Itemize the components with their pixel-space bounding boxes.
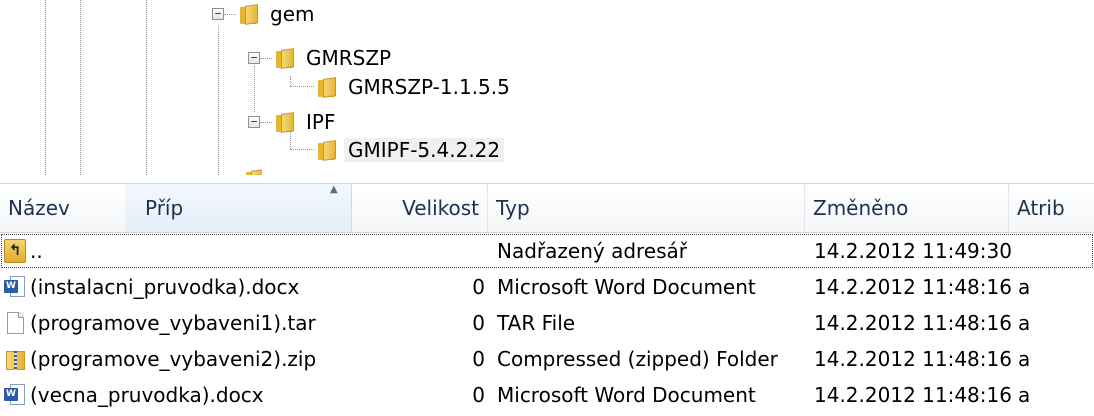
column-header-attributes[interactable]: Atrib [1009,184,1094,232]
tree-node-ipf[interactable]: IPF [274,108,339,136]
file-attributes: a [1018,347,1031,371]
sort-ascending-icon: ▲ [330,184,338,195]
folder-icon [244,168,262,175]
file-type: Microsoft Word Document [497,383,756,407]
tree-guide-line [260,122,272,123]
collapse-toggle-gmrszp[interactable]: − [248,52,260,64]
file-attributes: a [1018,275,1031,299]
file-row[interactable]: W (instalacni_pruvodka).docx 0 Microsoft… [0,269,1094,305]
file-size [340,233,485,269]
tree-guide-line [218,26,219,175]
file-name: .. [30,239,43,263]
file-name: (vecna_pruvodka).docx [30,383,264,407]
file-type: Compressed (zipped) Folder [497,347,778,371]
column-header-name[interactable]: Název [0,184,125,232]
column-header-extension-label: Příp [145,196,184,220]
folder-icon [274,47,296,69]
collapse-toggle-gem[interactable]: − [212,8,224,20]
file-size: 0 [472,383,485,407]
column-header-type[interactable]: Typ [488,184,805,232]
file-row[interactable]: (programove_vybaveni2).zip 0 Compressed … [0,341,1094,377]
file-modified: 14.2.2012 11:48:16 [814,275,1012,299]
column-header-modified[interactable]: Změněno [805,184,1009,232]
file-type: Microsoft Word Document [497,275,756,299]
file-modified: 14.2.2012 11:48:16 [814,383,1012,407]
column-header-size[interactable]: Velikost [352,184,488,232]
word-document-icon: W [4,383,26,407]
file-row[interactable]: (programove_vybaveni1).tar 0 TAR File 14… [0,305,1094,341]
tree-node-gem[interactable]: gem [238,0,318,28]
file-size: 0 [472,275,485,299]
collapse-toggle-ipf[interactable]: − [248,116,260,128]
tree-guide-line [290,86,314,87]
folder-icon [316,139,338,161]
file-modified: 14.2.2012 11:48:16 [814,311,1012,335]
tree-guide-line [224,14,236,15]
file-type: Nadřazený adresář [497,239,687,263]
file-list-header: Název Příp ▲ Velikost Typ Změněno Atrib [0,183,1094,233]
tree-guide-line [146,0,147,175]
file-name-cell: ↰ .. [4,233,43,269]
tree-node-label: IPF [306,110,336,134]
tree-guide-line [290,76,291,86]
file-attributes: a [1018,311,1031,335]
file-name: (programove_vybaveni2).zip [30,347,317,371]
file-size: 0 [472,311,485,335]
file-modified: 14.2.2012 11:48:16 [814,347,1012,371]
file-name-cell: W (instalacni_pruvodka).docx [4,269,299,305]
tree-node-gmrszp-1-1-5-5[interactable]: GMRSZP-1.1.5.5 [316,73,514,101]
file-row-parent-directory[interactable]: ↰ .. Nadřazený adresář 14.2.2012 11:49:3… [0,233,1094,269]
file-name-cell: (programove_vybaveni1).tar [4,305,316,341]
blank-file-icon [4,311,26,335]
tree-node-label: gem [270,2,315,26]
tree-node-gmrszp[interactable]: GMRSZP [274,44,395,72]
file-name: (programove_vybaveni1).tar [30,311,316,335]
file-name-cell: (programove_vybaveni2).zip [4,341,316,377]
file-type: TAR File [497,311,576,335]
file-attributes: a [1018,383,1031,407]
tree-guide-line [80,0,81,175]
file-list[interactable]: ↰ .. Nadřazený adresář 14.2.2012 11:49:3… [0,233,1094,413]
file-name: (instalacni_pruvodka).docx [30,275,300,299]
folder-icon [238,3,260,25]
folder-icon [274,111,296,133]
file-modified: 14.2.2012 11:49:30 [814,239,1012,263]
tree-node-gmipf-5-4-2-22[interactable]: GMIPF-5.4.2.22 [316,136,505,164]
folder-icon [316,76,338,98]
tree-guide-line [260,58,272,59]
file-name-cell: W (vecna_pruvodka).docx [4,377,264,413]
zip-folder-icon [4,347,26,371]
word-document-icon: W [4,275,26,299]
column-header-extension[interactable]: Příp ▲ [125,184,352,232]
tree-guide-line [254,66,255,112]
tree-node-label: GMRSZP-1.1.5.5 [348,75,510,99]
file-row[interactable]: W (vecna_pruvodka).docx 0 Microsoft Word… [0,377,1094,413]
file-size: 0 [472,347,485,371]
tree-guide-line [45,0,46,175]
tree-guide-line [290,149,314,150]
tree-node-label-selected: GMIPF-5.4.2.22 [344,138,505,162]
up-folder-icon: ↰ [4,239,26,263]
tree-node-label: GMRSZP [306,46,392,70]
folder-tree[interactable]: − − − gem GMRSZP GMRSZP-1.1.5.5 IPF GMIP… [0,0,1094,175]
